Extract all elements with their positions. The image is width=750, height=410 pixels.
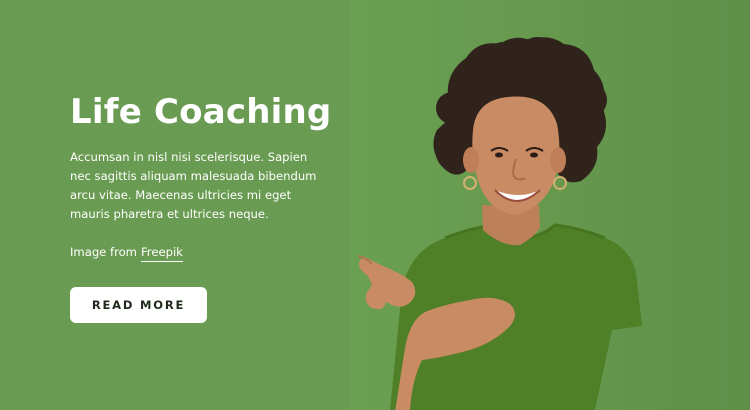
image-credit: Image from Freepik xyxy=(70,244,350,262)
woman-pointing-illustration xyxy=(357,37,642,410)
hero-content: Life Coaching Accumsan in nisl nisi scel… xyxy=(70,92,350,262)
read-more-button[interactable]: READ MORE xyxy=(70,287,207,323)
hero-description: Accumsan in nisl nisi scelerisque. Sapie… xyxy=(70,150,317,221)
credit-prefix: Image from xyxy=(70,245,137,259)
hero-image xyxy=(350,0,750,410)
hero-title: Life Coaching xyxy=(70,92,332,132)
freepik-link[interactable]: Freepik xyxy=(140,244,183,262)
hero-section: Life Coaching Accumsan in nisl nisi scel… xyxy=(0,0,750,410)
